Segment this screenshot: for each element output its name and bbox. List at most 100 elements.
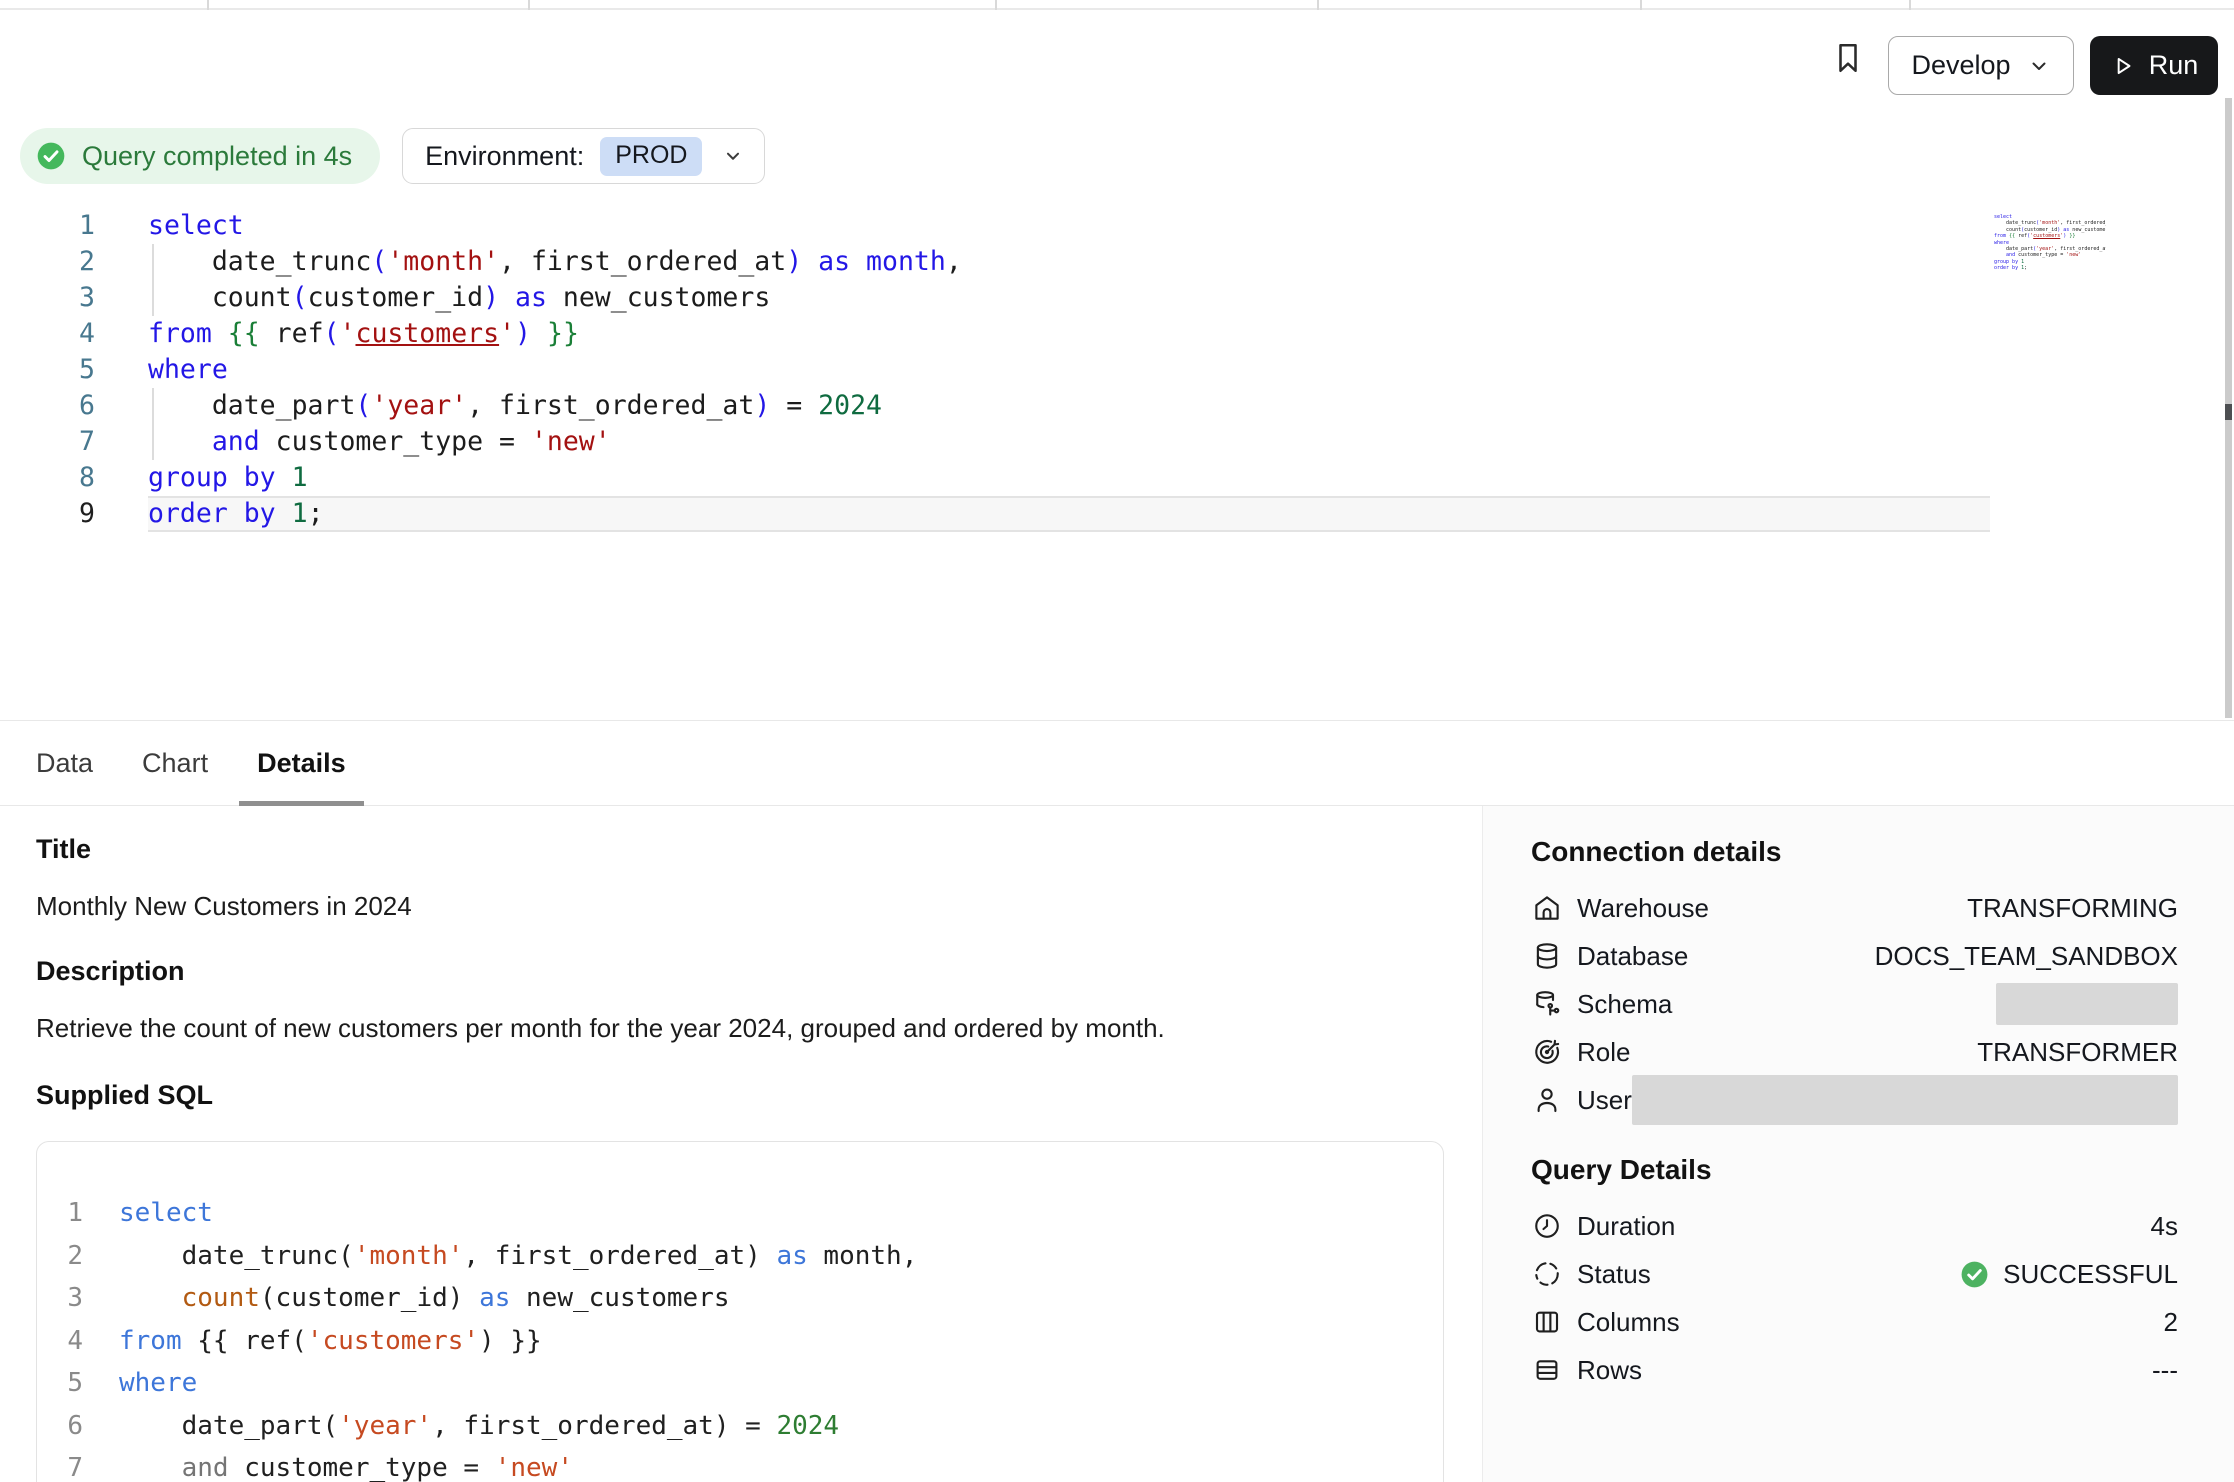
code-text: and customer_type = 'new' bbox=[119, 1447, 1443, 1482]
code-token: as bbox=[515, 282, 547, 313]
code-token: ( bbox=[292, 282, 308, 313]
code-token: group by bbox=[148, 462, 276, 493]
code-token bbox=[212, 318, 228, 349]
code-token: , first_ordered_at bbox=[499, 246, 786, 277]
code-token: from bbox=[1994, 233, 2006, 239]
code-token: order by bbox=[1994, 265, 2018, 271]
code-token: date_trunc bbox=[148, 246, 371, 277]
row-label: Role bbox=[1577, 1037, 1630, 1068]
code-line[interactable]: 2 date_trunc('month', first_ordered_at) … bbox=[0, 244, 2234, 280]
columns-value: 2 bbox=[2164, 1307, 2178, 1338]
code-text: date_part('year', first_ordered_at) = 20… bbox=[148, 388, 1990, 424]
role-target-icon bbox=[1531, 1036, 1563, 1068]
code-line[interactable]: 1select bbox=[0, 208, 2234, 244]
code-token: and bbox=[182, 1453, 229, 1482]
run-label: Run bbox=[2149, 50, 2199, 81]
code-text: from {{ ref('customers') }} bbox=[148, 316, 1990, 352]
code-token: where bbox=[148, 354, 228, 385]
user-icon bbox=[1531, 1084, 1563, 1116]
code-token: ( bbox=[371, 246, 387, 277]
line-number: 6 bbox=[0, 388, 95, 424]
columns-icon bbox=[1531, 1306, 1563, 1338]
tab-data[interactable]: Data bbox=[18, 721, 111, 805]
tab-details[interactable]: Details bbox=[239, 721, 364, 805]
code-text: order by 1; bbox=[1994, 265, 2106, 271]
status-value: SUCCESSFUL bbox=[2003, 1259, 2178, 1290]
code-token: as bbox=[818, 246, 850, 277]
editor-minimap[interactable]: 1select2 date_trunc('month', first_order… bbox=[1994, 214, 2106, 286]
title-value: Monthly New Customers in 2024 bbox=[36, 891, 1442, 922]
code-token: from bbox=[148, 318, 212, 349]
editor-scrollbar-thumb[interactable] bbox=[2225, 404, 2232, 420]
tab-chart[interactable]: Chart bbox=[124, 721, 226, 805]
bookmark-button[interactable] bbox=[1826, 36, 1870, 80]
code-line[interactable]: 5 where bbox=[0, 352, 2234, 388]
details-left-pane: Title Monthly New Customers in 2024 Desc… bbox=[0, 806, 1482, 1482]
code-token: select bbox=[148, 210, 244, 241]
clock-icon bbox=[1531, 1210, 1563, 1242]
rows-value: --- bbox=[2152, 1355, 2178, 1386]
code-token: customers bbox=[355, 318, 499, 349]
chevron-down-icon bbox=[722, 145, 744, 167]
code-text: select bbox=[148, 208, 1990, 244]
code-token: count bbox=[148, 282, 292, 313]
play-icon bbox=[2110, 53, 2136, 79]
code-line[interactable]: 4 from {{ ref('customers') }} bbox=[0, 316, 2234, 352]
query-row-status: Status SUCCESSFUL bbox=[1531, 1250, 2178, 1298]
row-label: Duration bbox=[1577, 1211, 1675, 1242]
connection-row-schema: Schema bbox=[1531, 980, 2178, 1028]
warehouse-value: TRANSFORMING bbox=[1967, 893, 2178, 924]
code-token: 'year' bbox=[371, 390, 467, 421]
code-token: date_part bbox=[1994, 246, 2033, 252]
code-text: date_part('year', first_ordered_at) = 20… bbox=[119, 1405, 1443, 1448]
code-line[interactable]: 7 and customer_type = 'new' bbox=[0, 424, 2234, 460]
connection-details-heading: Connection details bbox=[1531, 836, 2178, 868]
code-token: customer_type = bbox=[260, 426, 531, 457]
sql-editor[interactable]: 1select2 date_trunc('month', first_order… bbox=[0, 208, 2234, 720]
tab-divider bbox=[528, 0, 530, 10]
chevron-down-icon bbox=[2027, 54, 2051, 78]
code-line[interactable]: 6 date_part('year', first_ordered_at) = … bbox=[0, 388, 2234, 424]
code-token: new_customers bbox=[2069, 227, 2106, 233]
code-text: select bbox=[119, 1192, 1443, 1235]
supplied-sql-heading: Supplied SQL bbox=[36, 1080, 1442, 1111]
code-token: as bbox=[776, 1241, 807, 1271]
code-text: date_trunc('month', first_ordered_at) as… bbox=[119, 1235, 1443, 1278]
develop-label: Develop bbox=[1911, 50, 2010, 81]
environment-dropdown[interactable]: Environment: PROD bbox=[402, 128, 765, 184]
code-token bbox=[802, 246, 818, 277]
line-number: 8 bbox=[0, 460, 95, 496]
code-token: and bbox=[212, 426, 260, 457]
file-tabstrip[interactable] bbox=[0, 0, 2234, 10]
code-token: customer_id bbox=[2024, 227, 2057, 233]
code-line[interactable]: 9order by 1; bbox=[0, 496, 2234, 532]
code-token: ( bbox=[324, 318, 340, 349]
code-token: order by bbox=[148, 498, 276, 529]
description-value: Retrieve the count of new customers per … bbox=[36, 1013, 1442, 1044]
code-token: 2024 bbox=[776, 1411, 839, 1441]
line-number: 3 bbox=[37, 1277, 83, 1320]
connection-row-role: Role TRANSFORMER bbox=[1531, 1028, 2178, 1076]
code-token: ) bbox=[786, 246, 802, 277]
code-token: , first_ordered_at bbox=[2060, 220, 2106, 226]
line-number: 2 bbox=[0, 244, 95, 280]
connection-row-user: User bbox=[1531, 1076, 2178, 1124]
develop-dropdown-button[interactable]: Develop bbox=[1888, 36, 2074, 95]
code-token: 'month' bbox=[2039, 220, 2060, 226]
code-line[interactable]: 8 group by 1 bbox=[0, 460, 2234, 496]
editor-scrollbar-track[interactable] bbox=[2225, 98, 2232, 718]
line-number: 5 bbox=[0, 352, 95, 388]
results-tab-bar: Data Chart Details bbox=[0, 720, 2234, 806]
code-line: 4from {{ ref('customers') }} bbox=[37, 1320, 1443, 1363]
code-line[interactable]: 3 count(customer_id) as new_customers bbox=[0, 280, 2234, 316]
code-token: {{ bbox=[228, 318, 260, 349]
status-successful-badge: SUCCESSFUL bbox=[1959, 1259, 2178, 1290]
code-line: 3 count(customer_id) as new_customers bbox=[37, 1277, 1443, 1320]
run-button[interactable]: Run bbox=[2090, 36, 2218, 95]
line-number: 4 bbox=[37, 1320, 83, 1363]
line-number: 4 bbox=[0, 316, 95, 352]
row-label: Status bbox=[1577, 1259, 1651, 1290]
tab-divider bbox=[207, 0, 209, 10]
row-label: Rows bbox=[1577, 1355, 1642, 1386]
code-token: 1 bbox=[292, 462, 308, 493]
